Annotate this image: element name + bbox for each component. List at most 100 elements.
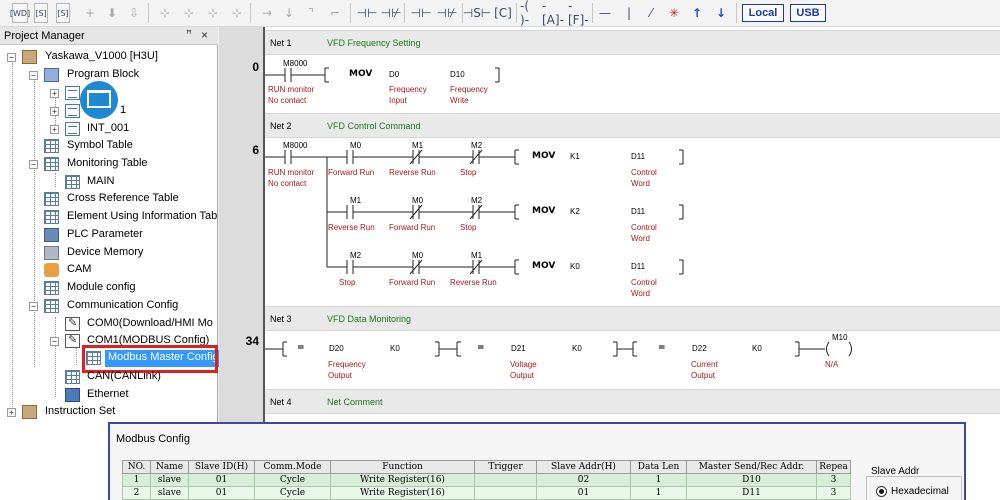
contact-address[interactable]: M0 [412, 251, 423, 260]
compare-operator[interactable]: = [297, 343, 305, 353]
horizontal-line-icon[interactable]: → [258, 3, 276, 23]
close-icon[interactable]: × [201, 28, 208, 42]
tree-item-element-info[interactable]: Element Using Information Tab [0, 209, 218, 226]
delete-branch-icon[interactable]: ⊹ [180, 3, 198, 23]
operand[interactable]: D11 [631, 152, 645, 161]
operand[interactable]: K1 [570, 152, 580, 161]
contact-address[interactable]: M1 [350, 196, 361, 205]
contact-address[interactable]: M1 [471, 251, 482, 260]
parallel-nc-icon[interactable]: ⊣⊬ [436, 3, 458, 23]
table-cell[interactable]: Cycle [254, 473, 331, 487]
operand[interactable]: K0 [390, 344, 400, 353]
table-cell[interactable]: Write Register(16) [330, 486, 475, 500]
tree-item-cross-ref[interactable]: Cross Reference Table [0, 191, 218, 208]
arrow-down-outline-icon[interactable]: ⇩ [126, 3, 142, 23]
delete-line-icon[interactable]: ⌐ [326, 3, 344, 23]
operand[interactable]: D0 [389, 70, 399, 79]
expand-icon[interactable]: + [50, 107, 59, 116]
table-cell[interactable]: 3 [816, 473, 851, 487]
coil-address[interactable]: M10 [832, 333, 848, 342]
tree-item-cam[interactable]: CAM [0, 262, 218, 279]
contact-address[interactable]: M0 [412, 196, 423, 205]
tree-item-instruction-set[interactable]: + Instruction Set [0, 404, 218, 421]
instruction-mnemonic[interactable]: MOV [532, 261, 555, 271]
compare-operator[interactable]: = [658, 343, 666, 353]
tree-item-module-config[interactable]: Module config [0, 280, 218, 297]
operand[interactable]: K2 [570, 207, 580, 216]
usb-button[interactable]: USB [790, 4, 826, 22]
table-cell[interactable]: 1 [122, 473, 151, 487]
contact-address[interactable]: M2 [471, 141, 482, 150]
write-device-icon[interactable]: [WD] [10, 3, 30, 23]
hexadecimal-radio[interactable] [876, 486, 887, 497]
insert-row-icon[interactable]: ⊹ [204, 3, 222, 23]
column-header[interactable]: NO. [122, 460, 151, 474]
tree-item-can[interactable]: CAN(CANLink) [0, 369, 218, 386]
contact-address[interactable]: M2 [350, 251, 361, 260]
tree-item-program-block[interactable]: − Program Block [0, 67, 218, 84]
operand[interactable]: D22 [692, 344, 707, 353]
falling-edge-icon[interactable]: ↓ [714, 3, 728, 23]
tree-item-ethernet[interactable]: Ethernet [0, 387, 218, 404]
expand-icon[interactable]: + [50, 89, 59, 98]
table-row[interactable]: 2 slave 01 Cycle Write Register(16) 01 1… [122, 486, 851, 500]
local-button[interactable]: Local [742, 4, 784, 22]
rising-edge-icon[interactable]: ↑ [690, 3, 704, 23]
slash-tool-icon[interactable]: ⁄ [642, 3, 660, 23]
contact-address[interactable]: M0 [350, 141, 361, 150]
s-box-icon[interactable]: [S] [34, 3, 48, 23]
table-cell[interactable]: 3 [816, 486, 851, 500]
table-cell[interactable]: Cycle [254, 486, 331, 500]
tree-item-monitoring-table[interactable]: − Monitoring Table [0, 156, 218, 173]
tree-item-comm-config[interactable]: − Communication Config [0, 298, 218, 315]
arrow-down-icon[interactable]: ⬇ [104, 3, 120, 23]
parallel-no-icon[interactable]: ⊣⊢ [410, 3, 432, 23]
function-f-icon[interactable]: -[F]- [568, 0, 592, 27]
table-cell[interactable] [474, 473, 537, 487]
contact-address[interactable]: M1 [412, 141, 423, 150]
collapse-icon[interactable]: − [29, 302, 38, 311]
operand[interactable]: D11 [631, 207, 645, 216]
column-header[interactable]: Trigger [474, 460, 537, 474]
delete-row-icon[interactable]: ⊹ [228, 3, 246, 23]
contact-address[interactable]: M8000 [283, 141, 307, 150]
table-cell[interactable]: 1 [630, 486, 687, 500]
tree-item-device-memory[interactable]: Device Memory [0, 245, 218, 262]
collapse-icon[interactable]: − [29, 71, 38, 80]
tree-item-int-001[interactable]: + INT_001 [0, 121, 218, 138]
contact-address[interactable]: M2 [471, 196, 482, 205]
instruction-mnemonic[interactable]: MOV [349, 69, 372, 79]
plus-icon[interactable]: + [82, 3, 98, 23]
tree-root[interactable]: − Yaskawa_V1000 [H3U] [0, 49, 218, 66]
hline-tool-icon[interactable]: — [596, 3, 614, 23]
column-header[interactable]: Slave Addr(H) [536, 460, 631, 474]
instruction-mnemonic[interactable]: MOV [532, 151, 555, 161]
operand[interactable]: K0 [570, 262, 580, 271]
column-header[interactable]: Function [330, 460, 475, 474]
no-contact-icon[interactable]: ⊣⊢ [357, 3, 378, 23]
coil-icon[interactable]: -( )- [520, 0, 540, 27]
collapse-icon[interactable]: − [29, 160, 38, 169]
table-cell[interactable]: D11 [686, 486, 817, 500]
operand[interactable]: D11 [631, 262, 645, 271]
table-cell[interactable]: 01 [536, 486, 631, 500]
set-bit-icon[interactable]: ⊣S⊢ [463, 3, 492, 23]
expand-icon[interactable]: + [50, 125, 59, 134]
table-cell[interactable]: 2 [122, 486, 151, 500]
corner-line-icon[interactable]: ⌝ [302, 3, 320, 23]
tree-item-symbol-table[interactable]: Symbol Table [0, 138, 218, 155]
table-cell[interactable]: slave [150, 486, 189, 500]
collapse-icon[interactable]: − [50, 337, 59, 346]
table-cell[interactable]: 01 [188, 486, 255, 500]
table-cell[interactable]: Write Register(16) [330, 473, 475, 487]
column-header[interactable]: Comm.Mode [254, 460, 331, 474]
collapse-icon[interactable]: − [7, 53, 16, 62]
tree-item-main-program[interactable]: + [0, 85, 80, 102]
operand[interactable]: D21 [511, 344, 526, 353]
table-cell[interactable]: slave [150, 473, 189, 487]
table-cell[interactable]: D10 [686, 473, 817, 487]
pin-icon[interactable]: ꟸ [186, 29, 192, 40]
tree-item-main[interactable]: MAIN [0, 174, 218, 191]
delete-vline-icon[interactable]: ✳ [664, 3, 684, 23]
column-header[interactable]: Master Send/Rec Addr. [686, 460, 817, 474]
